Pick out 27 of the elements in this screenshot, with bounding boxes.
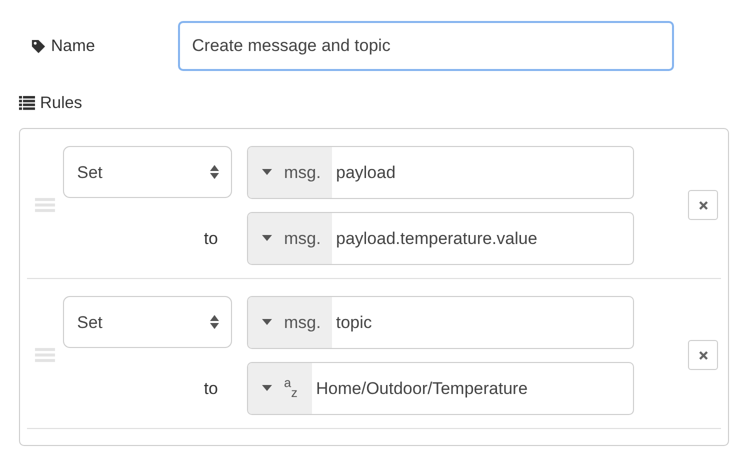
caret-icon: [262, 385, 272, 392]
remove-button[interactable]: [688, 190, 718, 220]
list-icon: [19, 96, 35, 110]
drag-handle-icon[interactable]: [35, 198, 55, 212]
close-icon: [698, 350, 708, 360]
caret-icon: [262, 319, 272, 326]
name-input-field[interactable]: Create message and topic: [178, 21, 674, 71]
type-selector-button[interactable]: msg.: [248, 212, 332, 264]
to-label: to: [202, 228, 219, 250]
close-icon: [698, 200, 708, 210]
up-down-arrows-icon: [210, 164, 219, 180]
type-selector-button[interactable]: msg.: [248, 146, 332, 198]
type-selector-button[interactable]: msg.: [248, 296, 332, 348]
tag-icon: [31, 38, 46, 54]
property-input-field[interactable]: msg. payload: [247, 146, 634, 199]
value-input-field[interactable]: msg. payload.temperature.value: [247, 212, 634, 265]
caret-icon: [262, 235, 272, 242]
property-input-field[interactable]: msg. topic: [247, 296, 634, 349]
drag-handle-icon[interactable]: [35, 348, 55, 362]
name-label: Name: [51, 36, 96, 57]
up-down-arrows-icon: [210, 314, 219, 330]
caret-icon: [262, 169, 272, 176]
remove-button[interactable]: [688, 340, 718, 370]
rules-label: Rules: [40, 93, 82, 114]
action-select[interactable]: Set: [63, 146, 232, 198]
to-label: to: [202, 378, 219, 400]
action-select[interactable]: Set: [63, 296, 232, 348]
